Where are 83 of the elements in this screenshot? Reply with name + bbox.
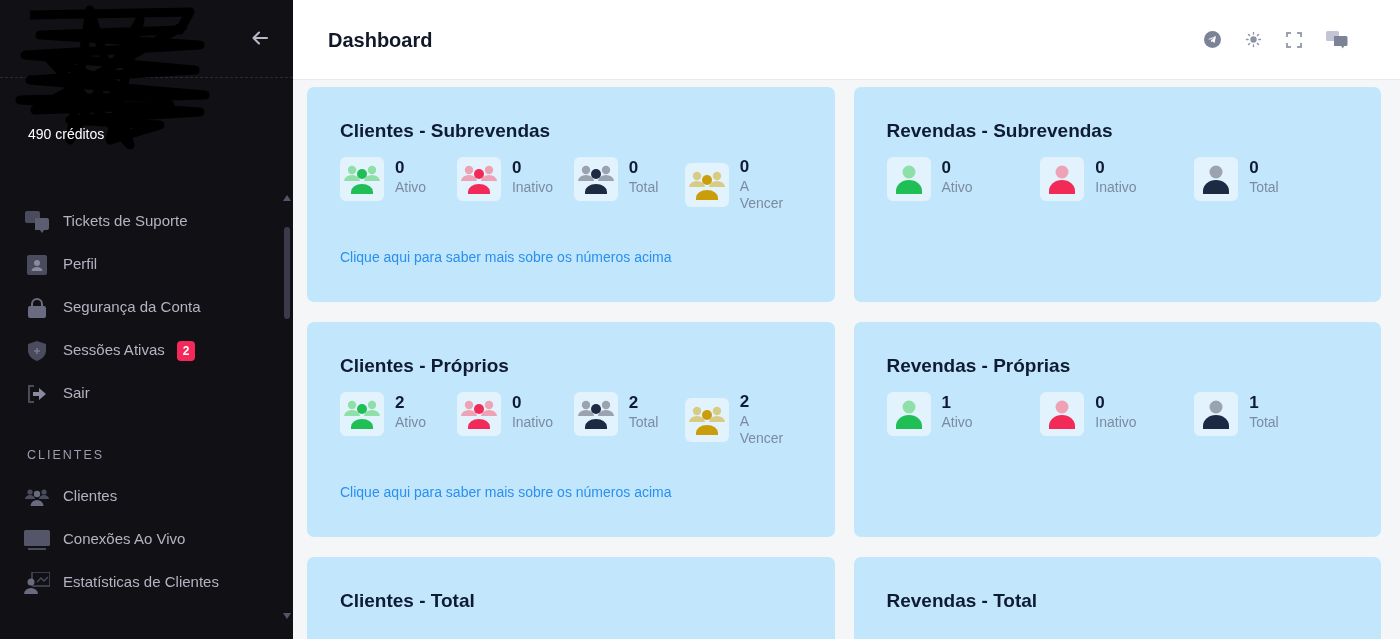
stat-value: 0: [395, 157, 406, 179]
stat-label: Ativo: [941, 414, 974, 431]
stat-value: 1: [1249, 392, 1260, 414]
person-icon: [1203, 399, 1230, 429]
stat-label: Ativo: [941, 179, 974, 196]
card-title: Clientes - Total: [340, 589, 476, 613]
item-label: Segurança da Conta: [63, 297, 201, 318]
people-group-icon: [344, 399, 380, 429]
person-icon: [1203, 164, 1230, 194]
person-icon: [895, 164, 922, 194]
logout-icon: [26, 384, 47, 403]
sidebar-item[interactable]: Sair: [0, 372, 293, 415]
stat-value: 2: [739, 391, 751, 413]
scrollbar-thumb[interactable]: [284, 227, 290, 319]
people-group-icon: [688, 405, 725, 435]
sidebar-item[interactable]: Conexões Ao Vivo: [0, 518, 293, 561]
credits-balance: 490 créditos: [27, 125, 106, 144]
sidebar-item[interactable]: Perfil: [0, 243, 293, 286]
scroll-up-icon[interactable]: [283, 195, 291, 201]
stat-value: 2: [628, 392, 640, 414]
stat-label: Inativo: [511, 414, 555, 431]
card-title: Revendas - Total: [886, 589, 1039, 613]
people-group-icon: [577, 399, 614, 429]
item-label: Tickets de Suporte: [63, 211, 188, 232]
page-title: Dashboard: [328, 27, 433, 53]
item-label: Clientes: [63, 486, 118, 507]
stat-value: 0: [511, 392, 523, 414]
chat-icon[interactable]: [1326, 30, 1348, 49]
people-group-icon: [460, 164, 497, 194]
section-heading: CLIENTES: [26, 447, 106, 464]
stat-value: 0: [628, 157, 640, 179]
stat-value: 0: [511, 157, 523, 179]
people-group-icon: [577, 164, 614, 194]
stat-label: Inativo: [511, 179, 555, 196]
monitor-icon: [23, 529, 50, 550]
stat-label: Inativo: [1095, 414, 1138, 431]
stat-label: Ativo: [395, 179, 428, 196]
item-label: Sessões Ativas: [63, 340, 165, 361]
stat-value: 1: [941, 392, 952, 414]
users-icon: [24, 487, 49, 506]
sidebar-item[interactable]: Sessões Ativas 2: [0, 329, 293, 372]
scroll-down-icon[interactable]: [283, 613, 291, 619]
people-group-icon: [344, 164, 380, 194]
stat-label: Total: [1249, 179, 1280, 196]
fullscreen-icon[interactable]: [1286, 31, 1302, 48]
stat-label: Inativo: [1095, 179, 1138, 196]
sidebar-item[interactable]: Segurança da Conta: [0, 286, 293, 329]
stat-label: A Vencer: [739, 413, 785, 447]
sidebar-item[interactable]: Tickets de Suporte: [0, 200, 293, 243]
item-label: Perfil: [63, 254, 98, 275]
people-group-icon: [460, 399, 497, 429]
card-title: Revendas - Subrevendas: [886, 119, 1114, 143]
user-chart-icon: [23, 571, 50, 594]
people-group-icon: [688, 170, 725, 200]
shield-icon: [27, 340, 46, 361]
telegram-icon[interactable]: [1204, 31, 1221, 48]
stat-value: 0: [1095, 157, 1106, 179]
sun-icon[interactable]: [1245, 31, 1262, 48]
stat-label: A Vencer: [739, 178, 785, 212]
stat-value: 0: [941, 157, 952, 179]
sidebar-item[interactable]: Estatísticas de Clientes: [0, 561, 293, 604]
stat-value: 0: [739, 156, 751, 178]
person-icon: [895, 399, 922, 429]
item-label: Estatísticas de Clientes: [63, 572, 219, 593]
stat-value: 0: [1095, 392, 1106, 414]
item-label: Conexões Ao Vivo: [63, 529, 186, 550]
stat-label: Total: [1249, 414, 1280, 431]
person-icon: [1049, 164, 1076, 194]
person-icon: [1049, 399, 1076, 429]
stat-label: Total: [628, 179, 660, 196]
item-label: Sair: [63, 383, 90, 404]
stat-value: 2: [395, 392, 406, 414]
card-title: Clientes - Próprios: [340, 354, 510, 378]
card-title: Revendas - Próprias: [886, 354, 1072, 378]
profile-card-icon: [26, 254, 47, 275]
stat-label: Total: [628, 414, 660, 431]
chat-bubbles-icon: [24, 210, 49, 233]
stat-label: Ativo: [395, 414, 428, 431]
card-title: Clientes - Subrevendas: [340, 119, 552, 143]
lock-icon: [27, 297, 46, 318]
stat-value: 0: [1249, 157, 1260, 179]
sidebar-item[interactable]: Clientes: [0, 475, 293, 518]
count-badge: 2: [176, 340, 196, 361]
